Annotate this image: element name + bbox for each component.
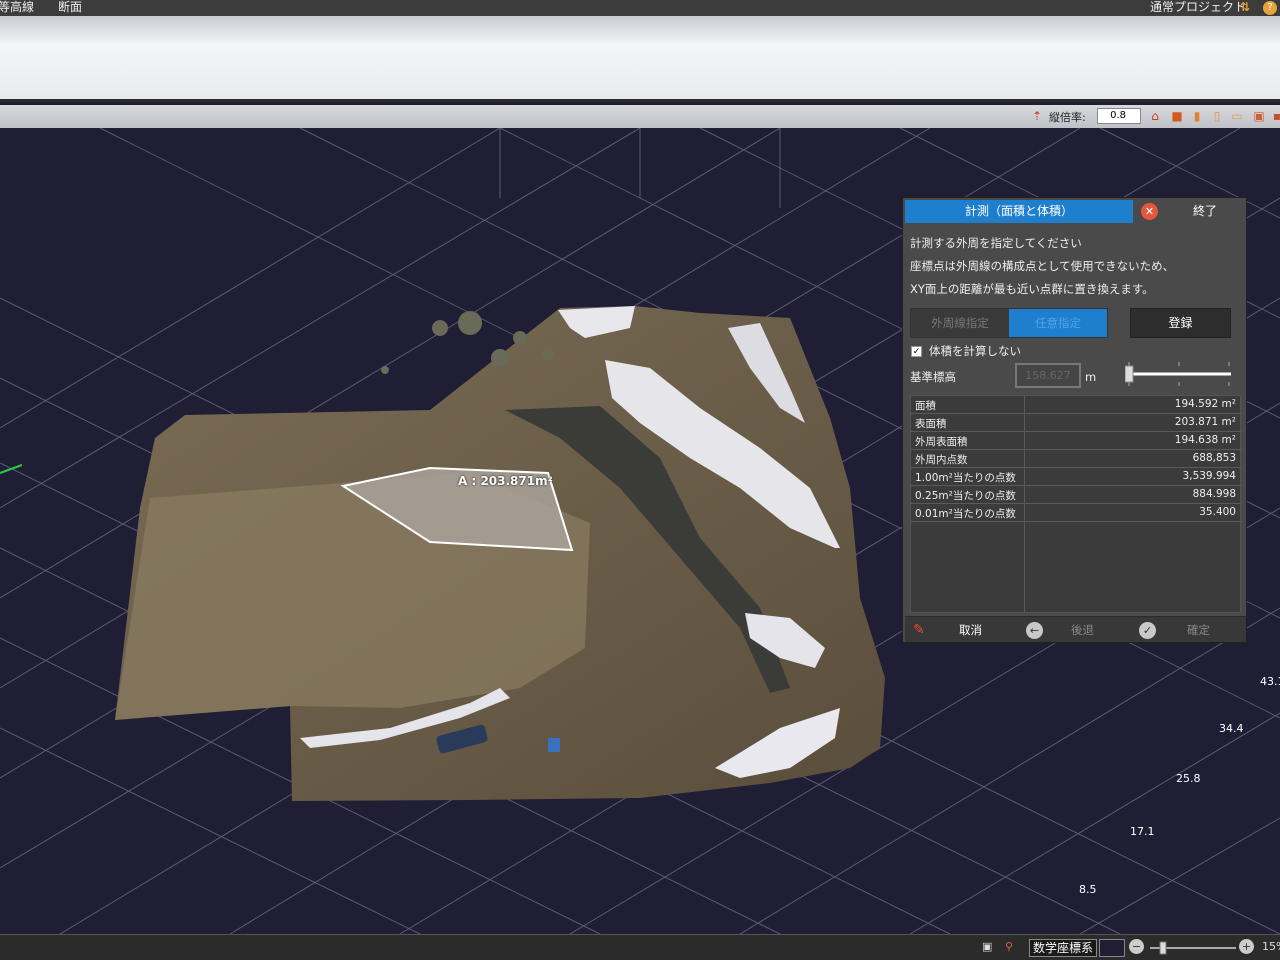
view-iso-icon[interactable]: ▣ xyxy=(1252,109,1266,123)
help-icon[interactable]: ? xyxy=(1263,1,1277,15)
mode-outline-button[interactable]: 外周線指定 xyxy=(911,309,1009,337)
color-swatch[interactable] xyxy=(1099,939,1125,957)
measure-panel: 計測（面積と体積） ✕ 終了 計測する外周を指定してください 座標点は外周線の構… xyxy=(902,197,1247,643)
axis-label: 34.4 xyxy=(1219,722,1244,735)
view-front-icon[interactable]: ■ xyxy=(1170,109,1184,123)
instruction-line: 計測する外周を指定してください xyxy=(910,236,1082,250)
table-row: 0.01m²当たりの点数 35.400 xyxy=(911,504,1242,522)
base-elevation-unit: m xyxy=(1085,370,1097,384)
end-button[interactable]: 終了 xyxy=(1165,200,1245,223)
panel-title: 計測（面積と体積） xyxy=(905,200,1133,223)
vertical-scale-icon: ⇡ xyxy=(1031,109,1043,123)
row-value: 194.638 m² xyxy=(1174,434,1236,446)
vertical-scale-label: 縦倍率: xyxy=(1049,111,1086,124)
instruction-line: 座標点は外周線の構成点として使用できないため、 xyxy=(910,259,1175,273)
row-value: 194.592 m² xyxy=(1174,398,1236,410)
row-key: 1.00m²当たりの点数 xyxy=(915,472,1016,484)
sort-arrows-icon[interactable]: ⇅ xyxy=(1240,0,1250,15)
table-row: 1.00m²当たりの点数 3,539.994 xyxy=(911,468,1242,486)
eraser-icon[interactable]: ✎ xyxy=(913,617,925,643)
axis-label: 8.5 xyxy=(1079,883,1097,896)
table-row: 0.25m²当たりの点数 884.998 xyxy=(911,486,1242,504)
row-key: 0.01m²当たりの点数 xyxy=(915,508,1016,520)
table-row: 外周表面積 194.638 m² xyxy=(911,432,1242,450)
checkmark-icon[interactable]: ✓ xyxy=(1139,622,1156,639)
instruction-line: XY面上の距離が最も近い点群に置き換えます。 xyxy=(910,282,1154,296)
vertical-scale-input[interactable]: 0.8 xyxy=(1097,108,1141,124)
base-elevation-value: 158.627 xyxy=(1025,369,1071,382)
view-more-icon[interactable]: ▪ xyxy=(1270,109,1280,123)
close-icon[interactable]: ✕ xyxy=(1141,203,1158,220)
mode-arbitrary-button[interactable]: 任意指定 xyxy=(1009,309,1107,337)
zoom-out-icon[interactable]: − xyxy=(1129,939,1144,954)
status-bar: ▣ ⚲ 数学座標系 − + 15% xyxy=(0,934,1280,960)
menu-item-contour[interactable]: 等高線 xyxy=(0,0,34,15)
table-row: 面積 194.592 m² xyxy=(911,396,1242,414)
base-elevation-input[interactable]: 158.627 xyxy=(1015,363,1081,388)
coord-system-label[interactable]: 数学座標系 xyxy=(1029,939,1098,957)
back-button[interactable]: 後退 xyxy=(1071,617,1094,643)
row-value: 688,853 xyxy=(1192,452,1236,464)
back-arrow-icon[interactable]: ← xyxy=(1026,622,1043,639)
row-key: 0.25m²当たりの点数 xyxy=(915,490,1016,502)
zoom-level: 15% xyxy=(1262,940,1280,953)
cancel-button[interactable]: 取消 xyxy=(959,617,982,643)
row-value: 203.871 m² xyxy=(1174,416,1236,428)
view-back-icon[interactable]: ▯ xyxy=(1210,109,1224,123)
view-side-icon[interactable]: ▮ xyxy=(1190,109,1204,123)
axis-label: 17.1 xyxy=(1130,825,1155,838)
portable-toilet xyxy=(548,738,560,752)
ribbon xyxy=(0,16,1280,102)
table-row: 表面積 203.871 m² xyxy=(911,414,1242,432)
view-toolbar: ⇡ 縦倍率: 0.8 ⌂ ■ ▮ ▯ ▭ ▣ ▪ xyxy=(0,105,1280,128)
row-value: 35.400 xyxy=(1199,506,1236,518)
zoom-in-icon[interactable]: + xyxy=(1239,939,1254,954)
row-key: 面積 xyxy=(915,400,936,412)
no-volume-label: 体積を計算しない xyxy=(929,344,1021,358)
axis-label: 43.1 xyxy=(1260,675,1280,688)
menu-item-section[interactable]: 断面 xyxy=(58,0,82,15)
table-row: 外周内点数 688,853 xyxy=(911,450,1242,468)
axis-label: 25.8 xyxy=(1176,772,1201,785)
camera-icon[interactable]: ▣ xyxy=(982,940,992,953)
row-key: 外周表面積 xyxy=(915,436,968,448)
project-mode-label[interactable]: 通常プロジェクト xyxy=(1150,0,1246,15)
results-table: 面積 194.592 m² 表面積 203.871 m² 外周表面積 194.638 … xyxy=(910,395,1242,613)
row-value: 884.998 xyxy=(1192,488,1236,500)
row-key: 外周内点数 xyxy=(915,454,968,466)
register-button[interactable]: 登録 xyxy=(1130,308,1231,338)
location-icon[interactable]: ⚲ xyxy=(1005,940,1013,953)
base-elevation-slider[interactable] xyxy=(1125,358,1235,388)
vertical-scale-value: 0.8 xyxy=(1110,110,1126,121)
row-value: 3,539.994 xyxy=(1182,470,1236,482)
zoom-slider[interactable] xyxy=(1148,939,1238,957)
row-key: 表面積 xyxy=(915,418,947,430)
panel-footer: ✎ 取消 ← 後退 ✓ 確定 xyxy=(905,616,1246,642)
confirm-button[interactable]: 確定 xyxy=(1187,617,1210,643)
home-view-icon[interactable]: ⌂ xyxy=(1148,109,1162,123)
menu-bar: 等高線 断面 通常プロジェクト ⇅ ? xyxy=(0,0,1280,16)
base-elevation-label: 基準標高 xyxy=(910,370,956,384)
no-volume-checkbox[interactable]: ✓ xyxy=(911,346,922,357)
measurement-label: A : 203.871m² xyxy=(458,474,553,488)
view-top-icon[interactable]: ▭ xyxy=(1230,109,1244,123)
mode-segmented: 外周線指定 任意指定 xyxy=(910,308,1108,338)
